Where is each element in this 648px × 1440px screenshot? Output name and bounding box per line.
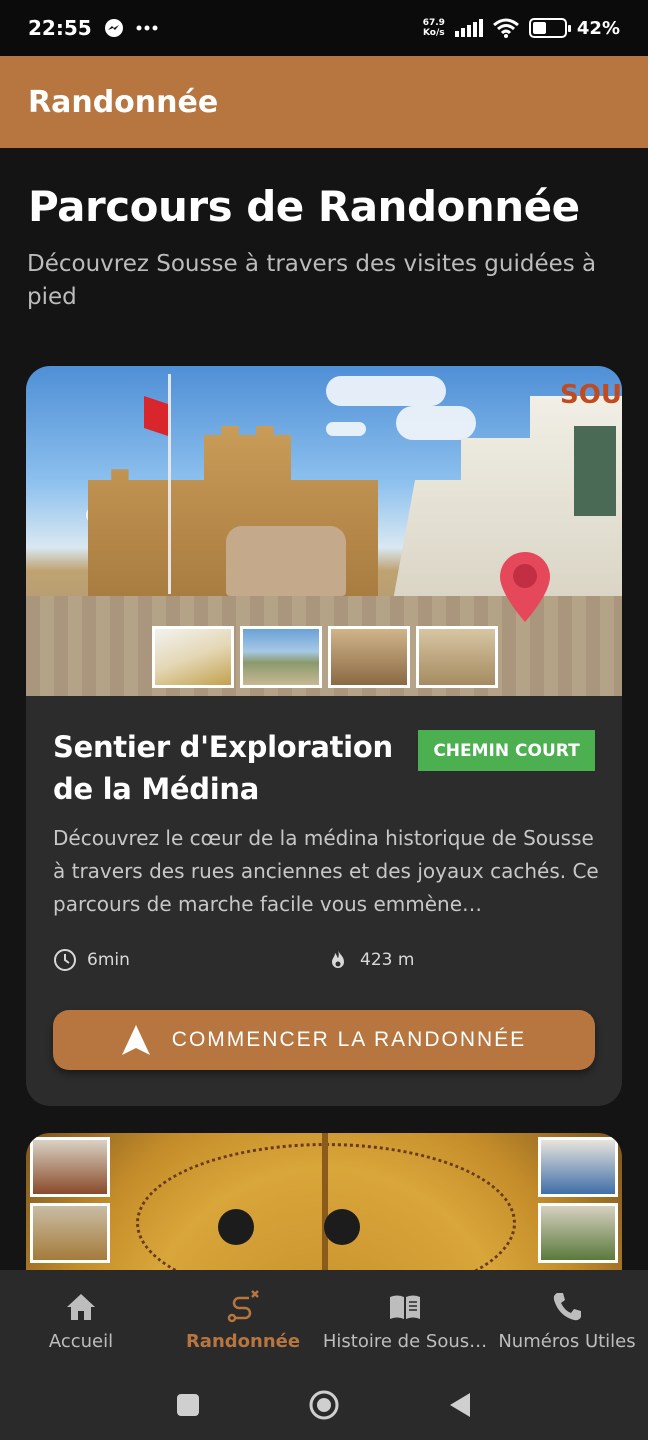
home-icon (67, 1293, 95, 1320)
page-subtitle: Découvrez Sousse à travers des visites g… (27, 251, 597, 310)
system-navigation (0, 1370, 648, 1440)
status-bar: 22:55 67.9 Ko/s 42% (0, 0, 648, 56)
navigation-arrow-icon (121, 1025, 150, 1055)
route-title: Sentier d'Exploration de la Médina (53, 730, 393, 806)
phone-icon (553, 1292, 581, 1320)
route-duration-value: 6min (87, 950, 130, 970)
thumbnail (240, 626, 322, 688)
home-button[interactable] (308, 1389, 340, 1421)
net-speed: 67.9 Ko/s (422, 18, 445, 38)
thumbnail (152, 626, 234, 688)
nav-item-accueil[interactable]: Accueil (0, 1270, 162, 1370)
battery-percent: 42% (576, 17, 620, 39)
clock-icon (54, 949, 76, 971)
app-bar: Randonnée (0, 56, 648, 148)
book-icon (390, 1295, 420, 1319)
map-pin-icon (500, 552, 550, 622)
image-sign-text: SOU (560, 380, 622, 410)
battery-icon (528, 18, 571, 38)
route-description: Découvrez le cœur de la médina historiqu… (53, 826, 599, 916)
page-title: Parcours de Randonnée (28, 182, 580, 231)
route-card-body: Sentier d'Exploration de la Médina CHEMI… (26, 696, 622, 1106)
thumbnail-strip (152, 626, 498, 688)
nav-label: Randonnée (185, 1330, 301, 1352)
main-content[interactable]: Parcours de Randonnée Découvrez Sousse à… (0, 148, 648, 1270)
app-bar-title: Randonnée (28, 84, 219, 120)
bottom-navigation: Accueil Randonnée Histoire de Sous… Numé… (0, 1270, 648, 1370)
route-distance: 423 m (326, 948, 414, 972)
nav-label: Accueil (48, 1330, 114, 1352)
signal-icon (454, 19, 483, 37)
status-time: 22:55 (28, 16, 92, 40)
nav-label: Histoire de Sous… (322, 1330, 488, 1352)
route-card[interactable]: SOU Sentier d'Exploration de la Médina C… (26, 366, 622, 1106)
messenger-icon (104, 19, 123, 37)
route-duration: 6min (53, 948, 130, 972)
thumbnail (328, 626, 410, 688)
more-icon (136, 25, 158, 31)
route-image[interactable]: SOU (26, 366, 622, 696)
route-icon (227, 1289, 259, 1322)
nav-label: Numéros Utiles (498, 1330, 636, 1352)
nav-item-randonnee[interactable]: Randonnée (162, 1270, 324, 1370)
route-card-2[interactable] (26, 1133, 622, 1270)
flame-icon (332, 950, 344, 968)
back-button[interactable] (444, 1389, 476, 1421)
start-hike-button[interactable]: COMMENCER LA RANDONNÉE (53, 1010, 595, 1070)
route-length-badge: CHEMIN COURT (418, 730, 595, 771)
route-distance-value: 423 m (360, 950, 415, 970)
wifi-icon (492, 18, 519, 38)
nav-item-numeros-utiles[interactable]: Numéros Utiles (486, 1270, 648, 1370)
thumbnail (416, 626, 498, 688)
start-hike-label: COMMENCER LA RANDONNÉE (171, 1028, 527, 1051)
recent-apps-button[interactable] (172, 1389, 204, 1421)
nav-item-histoire[interactable]: Histoire de Sous… (322, 1270, 488, 1370)
